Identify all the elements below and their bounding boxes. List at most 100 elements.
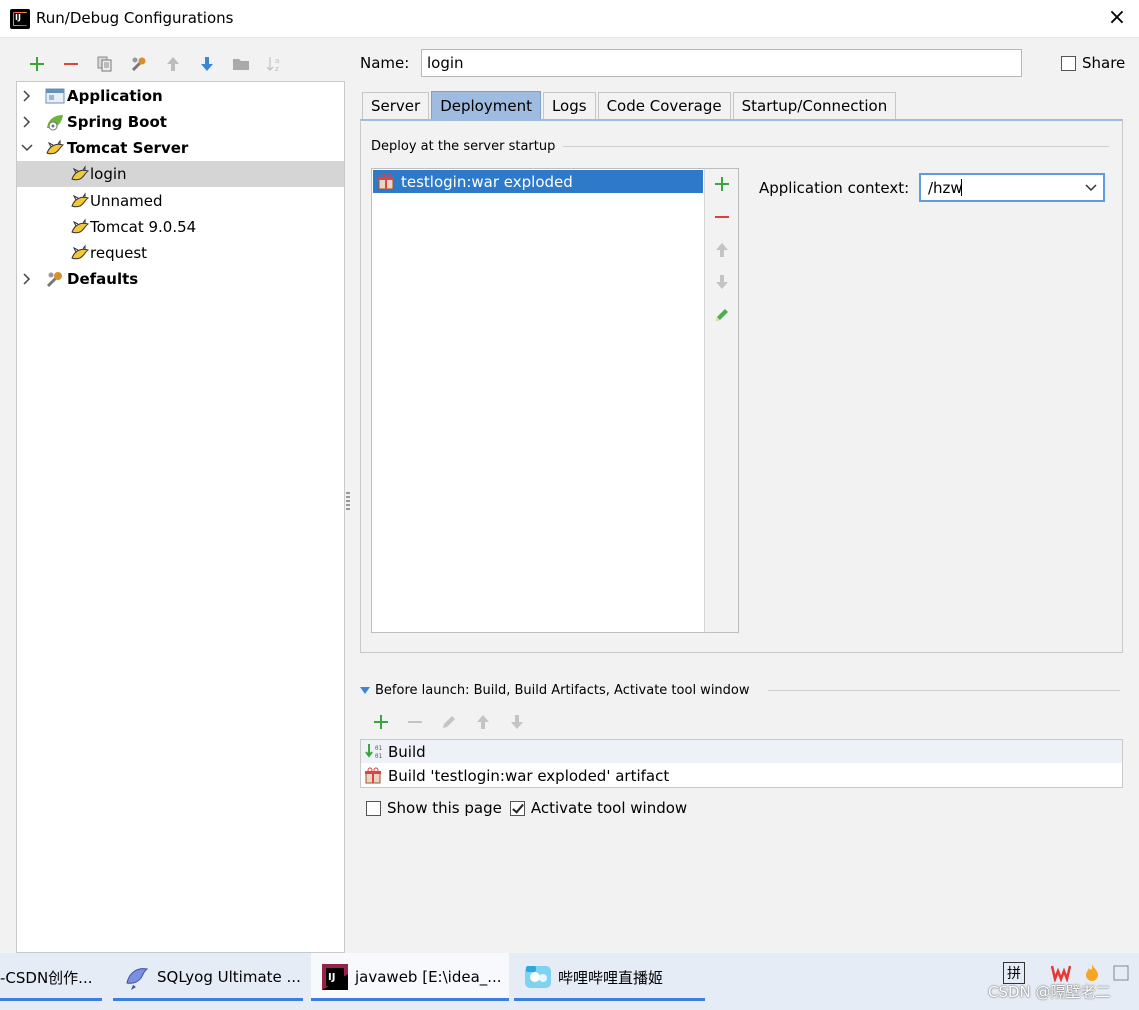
tree-item-label: Application — [67, 87, 163, 105]
before-launch-title: Before launch: Build, Build Artifacts, A… — [375, 683, 750, 698]
move-deployment-down-button[interactable] — [712, 272, 732, 292]
taskbar-item-bilibili[interactable]: 哔哩哔哩直播姬 — [514, 953, 705, 1001]
plus-icon — [374, 715, 388, 729]
deployment-list-item[interactable]: testlogin:war exploded — [373, 170, 703, 193]
taskbar: -CSDN创作... SQLyog Ultimate ... IJ javawe… — [0, 953, 1139, 1010]
before-launch-toolbar — [364, 710, 534, 734]
add-deployment-button[interactable] — [712, 174, 732, 194]
application-icon — [45, 88, 65, 104]
chevron-right-icon — [23, 90, 31, 102]
folder-button[interactable] — [224, 52, 258, 76]
svg-text:01: 01 — [375, 745, 383, 752]
tree-item-request[interactable]: request — [17, 240, 344, 266]
pencil-icon — [716, 309, 728, 321]
tab-code-coverage[interactable]: Code Coverage — [597, 92, 731, 119]
deployment-list[interactable]: testlogin:war exploded — [371, 168, 705, 633]
move-down-button[interactable] — [190, 52, 224, 76]
intellij-logo-icon — [10, 9, 30, 29]
tab-startup-connection[interactable]: Startup/Connection — [732, 92, 897, 119]
tab-server[interactable]: Server — [362, 92, 430, 119]
move-task-down-button[interactable] — [500, 710, 534, 734]
bilibili-live-icon — [525, 966, 551, 988]
plus-icon — [30, 57, 44, 71]
minus-icon — [408, 721, 422, 723]
folder-icon — [233, 59, 249, 70]
tab-deployment[interactable]: Deployment — [431, 91, 541, 119]
edit-defaults-button[interactable] — [122, 52, 156, 76]
arrow-up-icon — [477, 715, 489, 729]
tomcat-icon — [71, 218, 90, 234]
share-checkbox-row[interactable]: Share — [1061, 54, 1125, 72]
taskbar-item-csdn[interactable]: -CSDN创作... — [0, 953, 102, 1001]
taskbar-item-label: -CSDN创作... — [0, 968, 93, 987]
taskbar-item-intellij[interactable]: IJ javaweb [E:\idea_... — [311, 953, 509, 1001]
application-context-value: /hzw — [928, 179, 963, 197]
activate-tool-window-checkbox[interactable] — [509, 800, 525, 816]
minus-icon — [715, 216, 729, 218]
tree-item-label: request — [90, 244, 148, 262]
move-deployment-up-button[interactable] — [712, 240, 732, 260]
splitter-handle[interactable] — [346, 492, 350, 510]
share-checkbox[interactable] — [1061, 55, 1076, 71]
tree-item-label: Spring Boot — [67, 113, 167, 131]
plus-icon — [715, 177, 729, 191]
edit-deployment-button[interactable] — [712, 305, 732, 325]
svg-text:IJ: IJ — [328, 972, 335, 983]
arrow-up-icon — [716, 243, 728, 257]
deploy-section-title: Deploy at the server startup — [371, 139, 556, 154]
remove-configuration-button[interactable] — [54, 52, 88, 76]
remove-task-button[interactable] — [398, 710, 432, 734]
configurations-toolbar: az — [20, 52, 292, 76]
tomcat-icon — [71, 244, 90, 260]
section-divider — [563, 146, 1109, 147]
chevron-down-icon — [21, 144, 33, 152]
copy-icon — [97, 56, 112, 72]
tree-item-application[interactable]: Application — [17, 83, 344, 109]
edit-task-button[interactable] — [432, 710, 466, 734]
tree-item-login[interactable]: login — [17, 161, 344, 187]
arrow-down-icon — [511, 715, 523, 729]
configurations-tree: Application Spring Boot Tomcat Server lo… — [16, 81, 345, 953]
title-bar: Run/Debug Configurations × — [0, 0, 1139, 38]
move-up-button[interactable] — [156, 52, 190, 76]
before-launch-item-label: Build 'testlogin:war exploded' artifact — [388, 766, 670, 785]
sort-button[interactable]: az — [258, 52, 292, 76]
collapse-triangle-icon[interactable] — [360, 687, 370, 695]
application-context-combo[interactable]: /hzw — [919, 173, 1105, 202]
tomcat-icon — [71, 192, 90, 208]
show-page-label: Show this page — [387, 799, 502, 817]
tree-item-tomcat-server[interactable]: Tomcat Server — [17, 135, 344, 161]
move-task-up-button[interactable] — [466, 710, 500, 734]
spring-boot-icon — [47, 115, 63, 131]
tree-item-spring-boot[interactable]: Spring Boot — [17, 109, 344, 135]
activate-tool-window-label: Activate tool window — [530, 799, 688, 817]
before-launch-item-label: Build — [388, 742, 426, 761]
tree-item-label: Unnamed — [90, 192, 163, 210]
tray-overflow-icon[interactable] — [1110, 962, 1132, 984]
show-page-checkbox[interactable] — [366, 800, 381, 816]
tree-item-tomcat-9[interactable]: Tomcat 9.0.54 — [17, 214, 344, 240]
svg-text:01: 01 — [375, 753, 383, 760]
minus-icon — [64, 63, 78, 65]
add-configuration-button[interactable] — [20, 52, 54, 76]
arrow-up-icon — [167, 57, 179, 71]
taskbar-item-sqlyog[interactable]: SQLyog Ultimate ... — [113, 953, 303, 1001]
arrow-down-icon — [201, 57, 213, 71]
svg-text:a: a — [275, 57, 279, 65]
before-launch-options: Show this page Activate tool window — [366, 799, 695, 817]
svg-text:z: z — [275, 65, 279, 73]
tab-logs[interactable]: Logs — [542, 92, 596, 119]
config-tabs: Server Deployment Logs Code Coverage Sta… — [362, 91, 898, 119]
before-launch-item-build[interactable]: 01 01 Build — [361, 740, 1122, 763]
remove-deployment-button[interactable] — [712, 207, 732, 227]
wrench-icon — [131, 57, 146, 72]
close-icon[interactable]: × — [1107, 6, 1127, 30]
name-input[interactable]: login — [421, 49, 1022, 77]
add-task-button[interactable] — [364, 710, 398, 734]
taskbar-item-label: javaweb [E:\idea_... — [355, 968, 502, 986]
before-launch-item-artifact[interactable]: Build 'testlogin:war exploded' artifact — [361, 764, 1122, 787]
build-icon: 01 01 — [364, 742, 384, 762]
tree-item-defaults[interactable]: Defaults — [17, 266, 344, 292]
copy-configuration-button[interactable] — [88, 52, 122, 76]
tree-item-unnamed[interactable]: Unnamed — [17, 188, 344, 214]
